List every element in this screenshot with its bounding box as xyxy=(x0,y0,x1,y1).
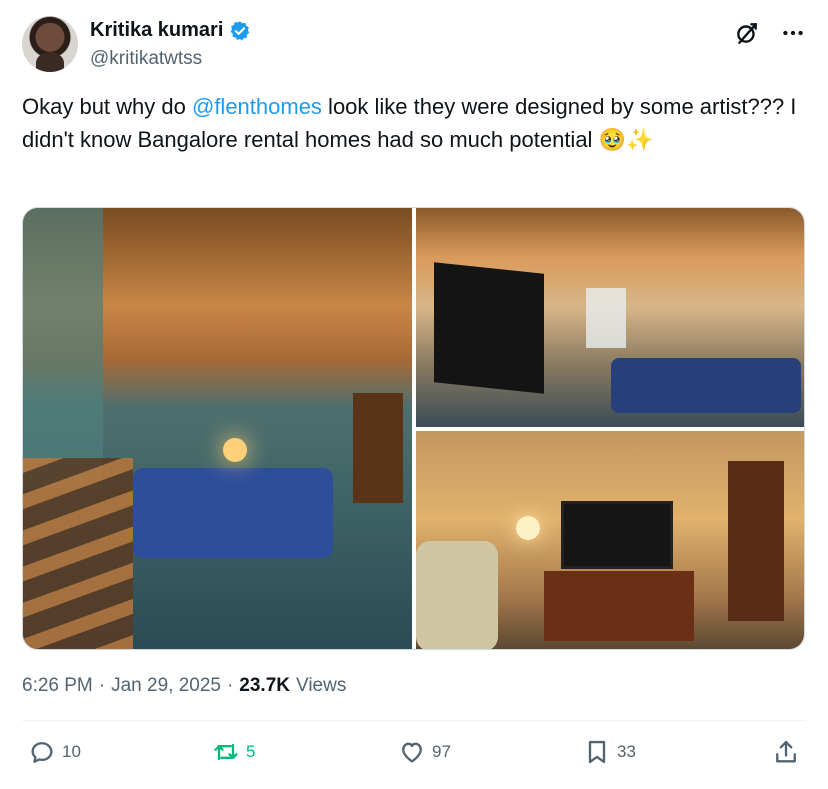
more-icon[interactable] xyxy=(780,20,806,46)
photo-reading-corner[interactable] xyxy=(416,431,804,649)
like-button[interactable]: 97 xyxy=(398,738,451,766)
floor-lamp xyxy=(516,516,540,540)
name-row: Kritika kumari xyxy=(90,19,251,42)
divider xyxy=(22,720,806,721)
wooden-door xyxy=(353,393,403,503)
tweet-text-before: Okay but why do xyxy=(22,94,192,119)
wooden-door-2 xyxy=(728,461,784,621)
tv-screen-2 xyxy=(561,501,673,569)
share-button[interactable] xyxy=(772,738,800,766)
floral-armchair xyxy=(416,541,498,649)
display-name[interactable]: Kritika kumari xyxy=(90,19,223,42)
bookmark-count: 33 xyxy=(617,742,636,761)
handle[interactable]: @kritikatwtss xyxy=(90,48,202,70)
photo-staircase-living-room[interactable] xyxy=(23,208,412,649)
retweet-icon xyxy=(214,743,238,761)
bookmark-icon xyxy=(588,740,606,764)
like-count: 97 xyxy=(432,742,451,761)
reply-icon xyxy=(31,742,53,763)
tweet-date[interactable]: Jan 29, 2025 xyxy=(111,675,221,697)
mention-link[interactable]: @flenthomes xyxy=(192,94,322,119)
verified-badge-icon xyxy=(231,20,250,41)
tweet-time[interactable]: 6:26 PM xyxy=(22,675,93,697)
teal-wall xyxy=(23,208,103,488)
reply-count: 10 xyxy=(62,742,81,761)
photo-tv-living-room[interactable] xyxy=(416,208,804,427)
avatar[interactable] xyxy=(22,16,78,72)
tv-console xyxy=(544,571,694,641)
meta-separator: · xyxy=(98,675,106,696)
retweet-count: 5 xyxy=(246,742,256,761)
grok-icon[interactable] xyxy=(734,20,760,46)
window-light xyxy=(586,288,626,348)
retweet-button[interactable]: 5 xyxy=(212,738,255,766)
blue-sofa xyxy=(133,468,333,558)
bookmark-button[interactable]: 33 xyxy=(583,738,636,766)
tweet-header: Kritika kumari @kritikatwtss xyxy=(22,16,806,74)
reply-button[interactable]: 10 xyxy=(28,738,81,766)
tweet-meta: 6:26 PM · Jan 29, 2025 · 23.7K Views xyxy=(22,675,346,697)
blue-sofa-2 xyxy=(611,358,801,413)
share-icon xyxy=(776,740,796,763)
staircase xyxy=(23,458,133,649)
lamp-glow xyxy=(223,438,247,462)
views-label: Views xyxy=(296,675,347,696)
tv-screen xyxy=(434,262,544,394)
action-bar: 10 5 97 33 xyxy=(22,738,806,774)
media-grid xyxy=(22,207,805,650)
views-count: 23.7K xyxy=(239,675,290,696)
meta-separator: · xyxy=(226,675,234,696)
like-icon xyxy=(402,742,422,763)
tweet-text: Okay but why do @flenthomes look like th… xyxy=(22,90,812,156)
